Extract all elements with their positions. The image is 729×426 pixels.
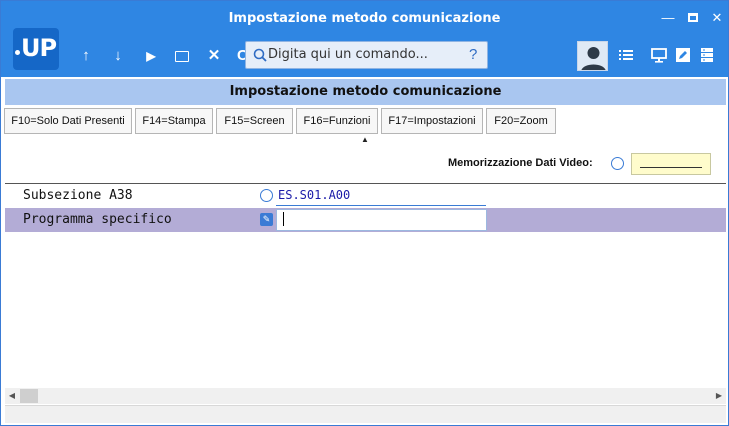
maximize-icon	[688, 13, 698, 22]
fkey-f15-button[interactable]: F15=Screen	[216, 108, 293, 134]
programma-input[interactable]	[276, 209, 487, 231]
app-logo: UP	[13, 28, 59, 70]
scroll-left-icon[interactable]: ◀	[5, 388, 19, 404]
maximize-button[interactable]	[684, 9, 702, 27]
fkey-f14-button[interactable]: F14=Stampa	[135, 108, 213, 134]
close-icon[interactable]: ✕	[204, 46, 224, 66]
status-bar	[5, 405, 726, 423]
caret-up-icon: ▲	[361, 135, 369, 144]
memo-field[interactable]	[631, 153, 711, 175]
close-window-button[interactable]: ✕	[708, 9, 726, 27]
row-label: Programma specifico	[23, 212, 172, 227]
help-icon[interactable]: ?	[469, 46, 477, 63]
memo-label: Memorizzazione Dati Video:	[448, 157, 593, 169]
user-icon	[581, 47, 606, 70]
server-icon[interactable]	[698, 46, 716, 64]
user-avatar[interactable]	[577, 41, 608, 71]
title-bar: Impostazione metodo comunicazione — ✕ UP…	[1, 1, 728, 77]
table-row: Subsezione A38 ES.S01.A00	[5, 184, 726, 208]
horizontal-scrollbar[interactable]: ◀ ▶	[5, 388, 726, 404]
arrow-down-icon[interactable]: ↓	[108, 46, 128, 66]
fkey-f16-button[interactable]: F16=Funzioni	[296, 108, 378, 134]
window-title: Impostazione metodo comunicazione	[228, 11, 501, 26]
logo-dot	[15, 50, 20, 55]
play-icon[interactable]: ▶	[141, 46, 161, 66]
subsezione-field[interactable]: ES.S01.A00	[276, 187, 486, 206]
console-icon[interactable]	[172, 46, 192, 66]
list-icon[interactable]	[617, 46, 635, 64]
edit-icon[interactable]	[674, 46, 692, 64]
fkey-f17-button[interactable]: F17=Impostazioni	[381, 108, 483, 134]
monitor-icon[interactable]	[650, 46, 668, 64]
search-input[interactable]: Digita qui un comando...	[268, 47, 428, 62]
app-window: Impostazione metodo comunicazione — ✕ UP…	[0, 0, 729, 426]
scroll-right-icon[interactable]: ▶	[712, 388, 726, 404]
command-search-box[interactable]: Digita qui un comando... ?	[245, 41, 488, 69]
search-icon	[253, 48, 267, 62]
partial-toolbar-icon[interactable]: C	[237, 46, 245, 66]
pencil-icon[interactable]: ✎	[260, 213, 273, 226]
row-radio[interactable]	[260, 189, 273, 202]
memo-radio[interactable]	[611, 157, 624, 170]
logo-text: UP	[21, 34, 57, 62]
text-cursor	[283, 212, 284, 226]
fkey-f10-button[interactable]: F10=Solo Dati Presenti	[4, 108, 132, 134]
minimize-button[interactable]: —	[659, 9, 677, 27]
table-row-selected: Programma specifico ✎	[5, 208, 726, 232]
row-label: Subsezione A38	[23, 188, 133, 203]
arrow-up-icon[interactable]: ↑	[76, 46, 96, 66]
scroll-thumb[interactable]	[20, 389, 38, 403]
fkey-f20-button[interactable]: F20=Zoom	[486, 108, 556, 134]
section-title: Impostazione metodo comunicazione	[5, 79, 726, 105]
